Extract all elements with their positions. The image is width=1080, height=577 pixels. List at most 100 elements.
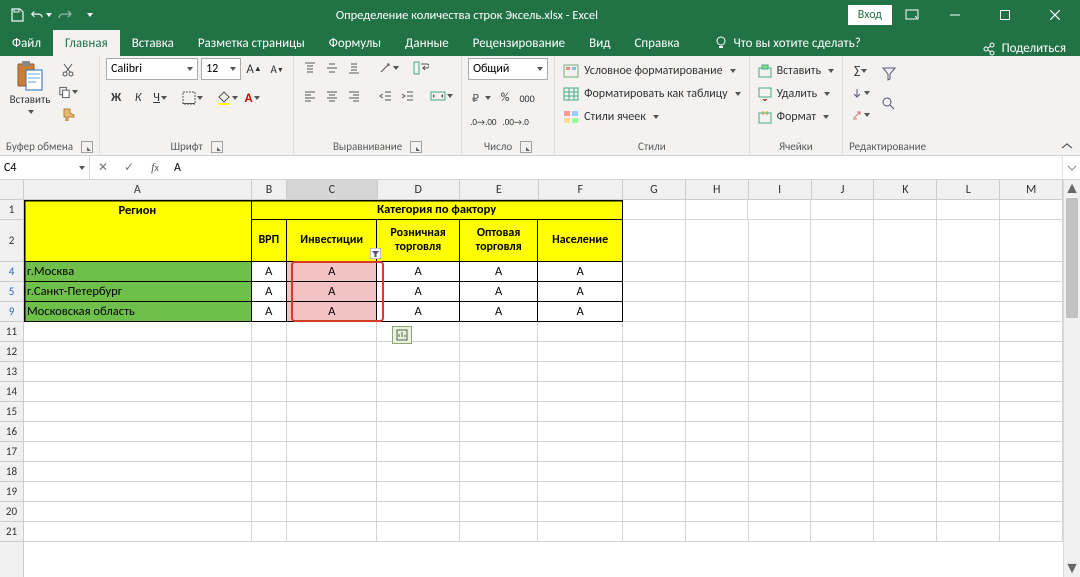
- cell[interactable]: А: [377, 302, 459, 322]
- cell[interactable]: [937, 342, 1000, 362]
- minimize-button[interactable]: [932, 0, 978, 30]
- cell[interactable]: [252, 342, 287, 362]
- cell[interactable]: [874, 382, 937, 402]
- increase-decimal-button[interactable]: .0→.00: [468, 112, 498, 132]
- row-header-19[interactable]: 19: [0, 482, 23, 502]
- fill-button[interactable]: [849, 83, 872, 103]
- quick-analysis-button[interactable]: [392, 326, 412, 344]
- cell[interactable]: [24, 442, 252, 462]
- cell[interactable]: [287, 322, 377, 342]
- cell[interactable]: [377, 362, 459, 382]
- row-header-1[interactable]: 1: [0, 200, 23, 220]
- cell[interactable]: Оптовая торговля: [460, 220, 539, 262]
- cell[interactable]: [460, 422, 539, 442]
- cell[interactable]: [623, 220, 686, 262]
- column-header-B[interactable]: B: [252, 180, 287, 199]
- column-header-C[interactable]: C: [287, 180, 377, 199]
- cell[interactable]: [460, 402, 539, 422]
- alignment-dialog-launcher[interactable]: [410, 141, 422, 153]
- column-header-M[interactable]: M: [1000, 180, 1063, 199]
- underline-button[interactable]: Ч: [150, 88, 170, 108]
- cell[interactable]: [252, 502, 287, 522]
- format-cells-button[interactable]: Формат: [756, 107, 831, 127]
- cell[interactable]: [538, 442, 622, 462]
- italic-button[interactable]: К: [128, 88, 148, 108]
- ribbon-display-options-icon[interactable]: [896, 0, 928, 30]
- cell[interactable]: [874, 322, 937, 342]
- cell[interactable]: А: [252, 262, 287, 282]
- cell[interactable]: [287, 462, 377, 482]
- cell[interactable]: [686, 462, 749, 482]
- align-bottom-button[interactable]: [344, 58, 364, 78]
- row-header-21[interactable]: 21: [0, 522, 23, 542]
- cell[interactable]: [24, 402, 252, 422]
- cell[interactable]: [623, 442, 686, 462]
- tab-data[interactable]: Данные: [393, 30, 461, 56]
- cell[interactable]: [686, 482, 749, 502]
- cell[interactable]: [623, 302, 686, 322]
- cell[interactable]: [686, 502, 749, 522]
- cell[interactable]: [749, 482, 812, 502]
- cell[interactable]: г.Санкт-Петербург: [24, 282, 252, 302]
- enter-formula-button[interactable]: ✓: [116, 156, 142, 180]
- paste-button[interactable]: Вставить: [6, 58, 54, 118]
- cell[interactable]: [287, 502, 377, 522]
- cell[interactable]: [460, 362, 539, 382]
- comma-button[interactable]: 000: [517, 88, 537, 108]
- cell[interactable]: [538, 522, 622, 542]
- cell[interactable]: [686, 382, 749, 402]
- row-header-15[interactable]: 15: [0, 402, 23, 422]
- cell[interactable]: [874, 220, 937, 262]
- cell[interactable]: [937, 462, 1000, 482]
- cell[interactable]: [287, 442, 377, 462]
- cell[interactable]: [24, 462, 252, 482]
- row-header-18[interactable]: 18: [0, 462, 23, 482]
- cell[interactable]: [749, 382, 812, 402]
- cell[interactable]: А: [460, 302, 539, 322]
- cell[interactable]: А: [460, 282, 539, 302]
- cell[interactable]: [24, 482, 252, 502]
- cell[interactable]: [252, 362, 287, 382]
- cell[interactable]: [749, 522, 812, 542]
- orientation-button[interactable]: [376, 58, 401, 78]
- tab-review[interactable]: Рецензирование: [461, 30, 577, 56]
- cell[interactable]: А: [538, 302, 622, 322]
- cell[interactable]: [252, 402, 287, 422]
- cell[interactable]: [686, 282, 749, 302]
- cell[interactable]: [252, 382, 287, 402]
- scroll-up-button[interactable]: ▲: [1064, 180, 1080, 197]
- row-header-5[interactable]: 5: [0, 282, 23, 302]
- cell[interactable]: [874, 462, 937, 482]
- shrink-font-button[interactable]: A▼: [267, 59, 287, 79]
- cell[interactable]: [287, 522, 377, 542]
- scroll-down-button[interactable]: ▼: [1064, 560, 1080, 577]
- cell[interactable]: [937, 482, 1000, 502]
- cell[interactable]: [377, 342, 459, 362]
- cell[interactable]: [749, 220, 812, 262]
- clipboard-dialog-launcher[interactable]: [81, 141, 93, 153]
- insert-cells-button[interactable]: Вставить: [756, 61, 837, 81]
- tab-insert[interactable]: Вставка: [120, 30, 186, 56]
- column-header-G[interactable]: G: [623, 180, 686, 199]
- cell[interactable]: [287, 342, 377, 362]
- column-header-E[interactable]: E: [460, 180, 539, 199]
- number-format-combo[interactable]: Общий: [468, 58, 548, 80]
- cell[interactable]: [1000, 382, 1063, 402]
- cell[interactable]: [874, 282, 937, 302]
- cell[interactable]: [1000, 200, 1063, 220]
- cell[interactable]: [874, 422, 937, 442]
- font-dialog-launcher[interactable]: [211, 141, 223, 153]
- cell[interactable]: [538, 502, 622, 522]
- cell[interactable]: [460, 382, 539, 402]
- cell[interactable]: [1000, 302, 1063, 322]
- cell[interactable]: [623, 502, 686, 522]
- cell[interactable]: Регион: [24, 200, 252, 220]
- cell[interactable]: [937, 302, 1000, 322]
- cell[interactable]: [686, 362, 749, 382]
- cell[interactable]: Категория по фактору: [252, 200, 623, 220]
- format-as-table-button[interactable]: Форматировать как таблицу: [561, 84, 742, 104]
- cell[interactable]: [24, 220, 252, 262]
- cell[interactable]: [460, 342, 539, 362]
- cell[interactable]: [1000, 522, 1063, 542]
- cell[interactable]: [252, 422, 287, 442]
